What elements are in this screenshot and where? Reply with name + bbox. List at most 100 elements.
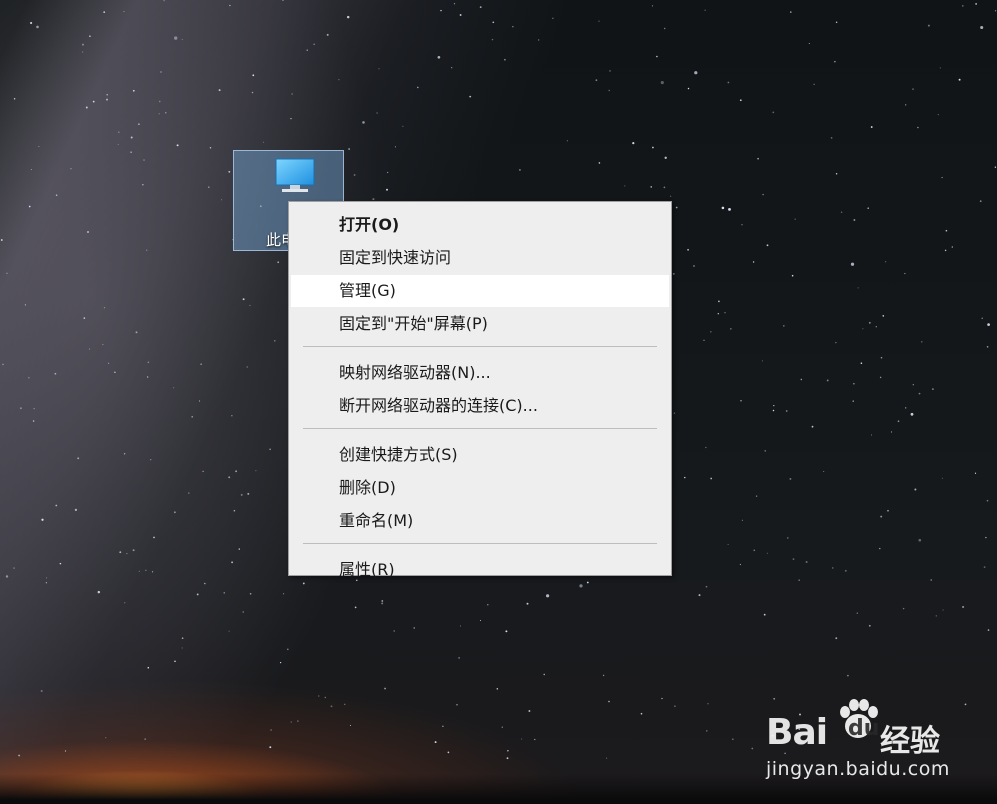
star [198,400,201,402]
star [394,146,396,148]
star [28,205,31,208]
star [130,136,133,139]
star [944,249,947,252]
star [163,0,165,2]
star [741,519,743,521]
star [283,593,285,595]
star [905,407,907,409]
star [664,156,667,159]
star [987,629,990,631]
star [349,724,352,727]
star [975,3,977,5]
star [834,61,836,63]
star [269,448,271,450]
menu-item[interactable]: 创建快捷方式(S) [291,439,669,471]
star [785,410,788,412]
star [740,399,742,402]
star [181,637,184,640]
star [87,231,89,233]
star [987,323,990,326]
star [506,757,509,760]
star [724,312,726,314]
menu-item[interactable]: 管理(G) [291,275,669,307]
star [979,200,982,203]
star [501,726,503,728]
star [132,89,135,92]
this-pc-monitor-icon [275,158,315,192]
star [782,325,785,327]
star [739,99,742,102]
star [986,499,989,502]
star [77,457,80,460]
star [30,21,33,25]
desktop[interactable]: 此电脑 打开(O)固定到快速访问管理(G)固定到"开始"屏幕(P)映射网络驱动器… [0,0,997,804]
star [228,170,231,173]
star [941,477,943,479]
star [105,737,107,739]
star [123,453,126,455]
star [728,207,731,211]
star [602,674,605,677]
star [393,630,395,632]
star [142,184,144,186]
star [706,730,708,732]
menu-separator [303,428,657,429]
star [698,594,701,597]
star [844,569,847,572]
menu-item[interactable]: 属性(R) [291,554,669,586]
star [479,6,482,9]
star [118,131,120,133]
menu-item[interactable]: 打开(O) [291,209,669,241]
star [138,123,140,125]
menu-item[interactable]: 固定到快速访问 [291,242,669,274]
star [684,476,686,479]
star [291,93,293,95]
star [246,366,248,368]
star [703,339,705,341]
star [566,140,569,142]
star [38,145,40,148]
star [663,186,666,189]
star [381,602,384,605]
star [92,100,95,103]
star [917,126,919,129]
watermark-url: jingyan.baidu.com [766,758,950,780]
star [772,409,775,412]
star [850,262,855,266]
star [882,315,885,317]
menu-separator [303,543,657,544]
star [985,536,987,539]
star [763,613,766,616]
menu-item[interactable]: 重命名(M) [291,505,669,537]
star [546,594,550,598]
star [384,687,387,690]
star [860,362,863,364]
star [191,415,194,418]
star [880,356,883,359]
star [13,98,16,100]
star [200,363,202,365]
star [46,577,48,579]
star [741,223,743,226]
star [826,379,829,382]
star [918,538,922,542]
star [158,113,160,115]
star [5,575,9,578]
star [231,561,234,564]
star [286,648,289,651]
menu-item[interactable]: 映射网络驱动器(N)... [291,357,669,389]
star [937,114,939,116]
star [675,206,678,209]
menu-item[interactable]: 断开网络驱动器的连接(C)... [291,390,669,422]
star [687,87,690,90]
star [534,738,536,741]
star [951,246,954,248]
star [143,159,145,161]
star [890,431,893,433]
star [344,703,346,705]
star [173,387,175,389]
menu-item[interactable]: 删除(D) [291,472,669,504]
menu-item[interactable]: 固定到"开始"屏幕(P) [291,308,669,340]
star [835,637,838,640]
star [135,331,138,334]
